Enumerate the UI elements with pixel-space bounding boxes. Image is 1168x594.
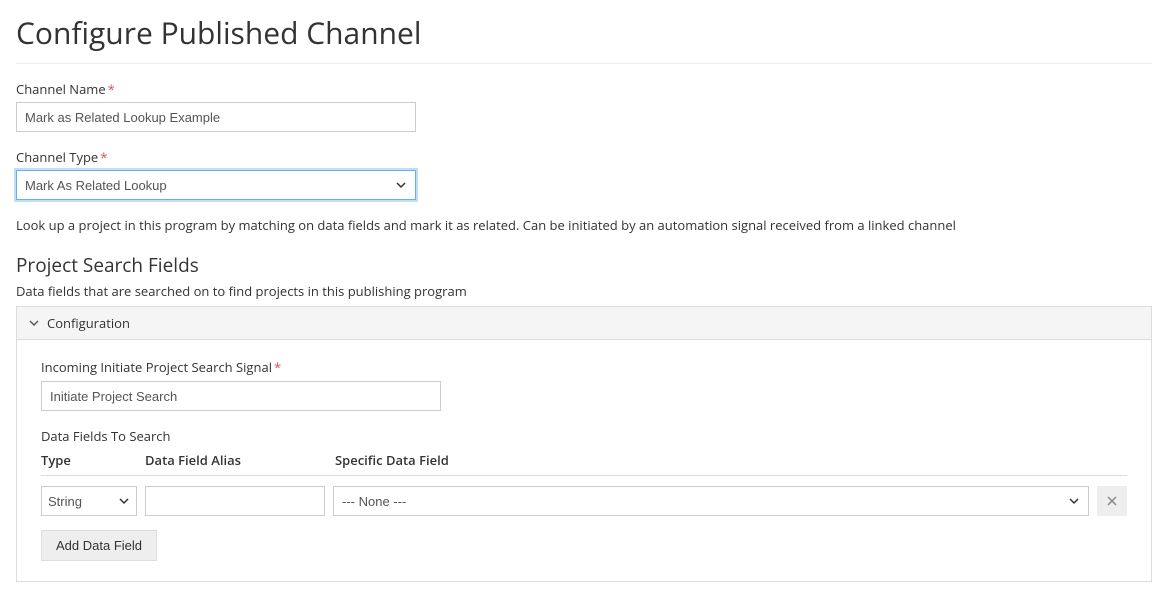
col-header-type: Type [41, 451, 145, 469]
fields-table-header: Type Data Field Alias Specific Data Fiel… [41, 451, 1127, 476]
col-header-specific: Specific Data Field [335, 451, 1093, 469]
channel-type-select[interactable]: Mark As Related Lookup [16, 170, 416, 200]
table-row: String --- None --- [41, 486, 1127, 516]
close-icon [1106, 495, 1118, 507]
configuration-panel: Configuration Incoming Initiate Project … [16, 306, 1152, 582]
required-indicator: * [100, 148, 107, 166]
required-indicator: * [108, 80, 115, 98]
signal-label: Incoming Initiate Project Search Signal* [41, 358, 1127, 376]
col-header-alias: Data Field Alias [145, 451, 335, 469]
search-fields-description: Data fields that are searched on to find… [16, 282, 1152, 300]
configuration-title: Configuration [47, 314, 130, 332]
channel-type-label: Channel Type* [16, 148, 1152, 166]
specific-field-select[interactable]: --- None --- [333, 486, 1089, 516]
channel-name-input[interactable] [16, 102, 416, 132]
remove-row-button[interactable] [1097, 486, 1127, 516]
field-alias-input[interactable] [145, 486, 325, 516]
channel-type-description: Look up a project in this program by mat… [16, 216, 1152, 234]
chevron-down-icon [29, 318, 39, 328]
search-fields-heading: Project Search Fields [16, 252, 1152, 278]
page-title: Configure Published Channel [16, 12, 1152, 64]
required-indicator: * [274, 358, 281, 376]
data-fields-to-search-title: Data Fields To Search [41, 427, 1127, 445]
configuration-header[interactable]: Configuration [17, 307, 1151, 340]
field-type-select[interactable]: String [41, 486, 137, 516]
signal-input[interactable] [41, 381, 441, 411]
channel-name-label: Channel Name* [16, 80, 1152, 98]
